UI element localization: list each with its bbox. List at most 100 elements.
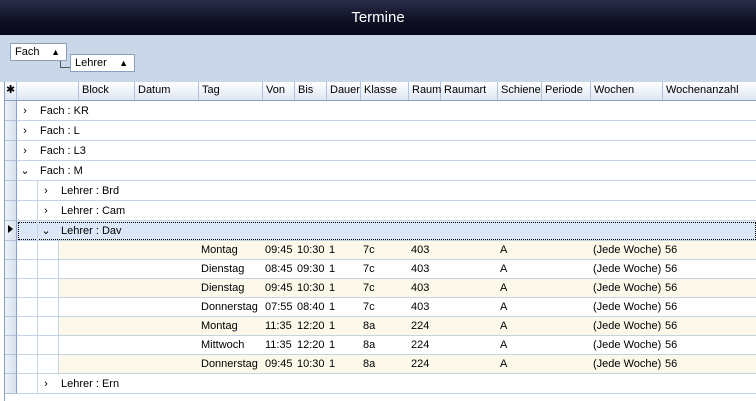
row-selector[interactable] — [5, 279, 17, 298]
cell-raum[interactable]: 403 — [411, 260, 429, 279]
cell-wochenanzahl[interactable]: 56 — [665, 298, 677, 317]
fach-group-row[interactable]: ⌄ Fach : M — [17, 161, 756, 181]
cell-bis[interactable]: 10:30 — [297, 355, 325, 374]
column-header-raum[interactable]: Raum — [409, 82, 441, 100]
cell-von[interactable]: 11:35 — [265, 317, 292, 336]
cell-klasse[interactable]: 7c — [363, 298, 375, 317]
cell-bis[interactable]: 09:30 — [297, 260, 325, 279]
column-header-von[interactable]: Von — [263, 82, 295, 100]
cell-bis[interactable]: 10:30 — [297, 241, 325, 260]
row-selector[interactable] — [5, 317, 17, 336]
cell-wochenanzahl[interactable]: 56 — [665, 279, 677, 298]
cell-wochenanzahl[interactable]: 56 — [665, 260, 677, 279]
cell-tag[interactable]: Montag — [201, 317, 238, 336]
row-selector[interactable] — [5, 221, 17, 241]
cell-wochen[interactable]: (Jede Woche) — [593, 298, 661, 317]
cell-klasse[interactable]: 8a — [363, 355, 375, 374]
cell-bis[interactable]: 12:20 — [297, 317, 325, 336]
cell-schiene[interactable]: A — [500, 336, 507, 355]
cell-von[interactable]: 09:45 — [265, 241, 293, 260]
expand-chevron-icon[interactable]: › — [40, 374, 52, 394]
row-selector[interactable] — [5, 241, 17, 260]
cell-wochen[interactable]: (Jede Woche) — [593, 260, 661, 279]
cell-wochenanzahl[interactable]: 56 — [665, 317, 677, 336]
cell-schiene[interactable]: A — [500, 241, 507, 260]
cell-wochen[interactable]: (Jede Woche) — [593, 279, 661, 298]
cell-bis[interactable]: 10:30 — [297, 279, 325, 298]
cell-wochenanzahl[interactable]: 56 — [665, 355, 677, 374]
cell-dauer[interactable]: 1 — [329, 317, 335, 336]
row-selector[interactable] — [5, 101, 17, 121]
cell-tag[interactable]: Dienstag — [201, 260, 244, 279]
expand-chevron-icon[interactable]: › — [19, 141, 31, 161]
cell-dauer[interactable]: 1 — [329, 241, 335, 260]
fach-group-row[interactable]: › Fach : KR — [17, 101, 756, 121]
cell-wochen[interactable]: (Jede Woche) — [593, 336, 661, 355]
cell-raum[interactable]: 403 — [411, 279, 429, 298]
cell-von[interactable]: 09:45 — [265, 279, 293, 298]
cell-tag[interactable]: Donnerstag — [201, 298, 258, 317]
group-by-fach-button[interactable]: Fach ▲ — [10, 43, 67, 61]
column-header-periode[interactable]: Periode — [542, 82, 591, 100]
cell-schiene[interactable]: A — [500, 317, 507, 336]
cell-dauer[interactable]: 1 — [329, 336, 335, 355]
row-selector[interactable] — [5, 141, 17, 161]
cell-von[interactable]: 08:45 — [265, 260, 293, 279]
column-header-datum[interactable]: Datum — [135, 82, 199, 100]
column-header-wochen[interactable]: Wochen — [591, 82, 663, 100]
expand-chevron-icon[interactable]: › — [40, 201, 52, 221]
cell-wochen[interactable]: (Jede Woche) — [593, 355, 661, 374]
column-header-schiene[interactable]: Schiene — [498, 82, 542, 100]
row-selector[interactable] — [5, 161, 17, 181]
cell-raum[interactable]: 224 — [411, 336, 429, 355]
cell-tag[interactable]: Donnerstag — [201, 355, 258, 374]
cell-klasse[interactable]: 7c — [363, 260, 375, 279]
cell-schiene[interactable]: A — [500, 260, 507, 279]
cell-raum[interactable]: 224 — [411, 317, 429, 336]
row-selector[interactable] — [5, 181, 17, 201]
cell-dauer[interactable]: 1 — [329, 298, 335, 317]
cell-raum[interactable]: 403 — [411, 241, 429, 260]
expand-chevron-icon[interactable]: › — [40, 181, 52, 201]
table-row[interactable]: Mittwoch 11:35 12:20 1 8a 224 A (Jede Woche) 56 — [17, 336, 756, 355]
group-by-lehrer-button[interactable]: Lehrer ▲ — [70, 54, 135, 72]
cell-schiene[interactable]: A — [500, 298, 507, 317]
column-header-klasse[interactable]: Klasse — [361, 82, 409, 100]
cell-raum[interactable]: 224 — [411, 355, 429, 374]
table-row[interactable]: Donnerstag 07:55 08:40 1 7c 403 A (Jede Woche) 5… — [17, 298, 756, 317]
lehrer-group-row[interactable]: › Lehrer : Cam — [17, 201, 756, 221]
lehrer-group-row[interactable]: › Lehrer : Brd — [17, 181, 756, 201]
table-row[interactable]: Donnerstag 09:45 10:30 1 8a 224 A (Jede Woche) 5… — [17, 355, 756, 374]
row-selector[interactable] — [5, 374, 17, 394]
cell-wochenanzahl[interactable]: 56 — [665, 336, 677, 355]
expand-chevron-icon[interactable]: › — [19, 121, 31, 141]
cell-von[interactable]: 09:45 — [265, 355, 293, 374]
lehrer-group-row[interactable]: › Lehrer : Ern — [17, 374, 756, 394]
row-selector[interactable] — [5, 355, 17, 374]
cell-dauer[interactable]: 1 — [329, 279, 335, 298]
row-selector[interactable] — [5, 298, 17, 317]
expand-chevron-icon[interactable]: › — [19, 101, 31, 121]
column-header-bis[interactable]: Bis — [295, 82, 327, 100]
row-selector[interactable] — [5, 260, 17, 279]
column-header-raumart[interactable]: Raumart — [441, 82, 498, 100]
row-selector[interactable] — [5, 121, 17, 141]
cell-schiene[interactable]: A — [500, 279, 507, 298]
cell-tag[interactable]: Dienstag — [201, 279, 244, 298]
cell-von[interactable]: 07:55 — [265, 298, 293, 317]
fach-group-row[interactable]: › Fach : L — [17, 121, 756, 141]
collapse-chevron-icon[interactable]: ⌄ — [19, 161, 31, 181]
cell-von[interactable]: 11:35 — [265, 336, 292, 355]
column-header-block[interactable]: Block — [79, 82, 135, 100]
cell-klasse[interactable]: 8a — [363, 317, 375, 336]
row-selector[interactable] — [5, 201, 17, 221]
table-row[interactable]: Dienstag 08:45 09:30 1 7c 403 A (Jede Woche) 56 — [17, 260, 756, 279]
cell-bis[interactable]: 08:40 — [297, 298, 325, 317]
appointments-grid[interactable]: ✱ Block Datum Tag Von Bis Dauer Klasse Raum Raum… — [4, 82, 756, 401]
cell-bis[interactable]: 12:20 — [297, 336, 325, 355]
column-header-dauer[interactable]: Dauer — [327, 82, 361, 100]
cell-dauer[interactable]: 1 — [329, 260, 335, 279]
cell-klasse[interactable]: 8a — [363, 336, 375, 355]
column-header-wochenanzahl[interactable]: Wochenanzahl — [663, 82, 756, 100]
cell-tag[interactable]: Montag — [201, 241, 238, 260]
